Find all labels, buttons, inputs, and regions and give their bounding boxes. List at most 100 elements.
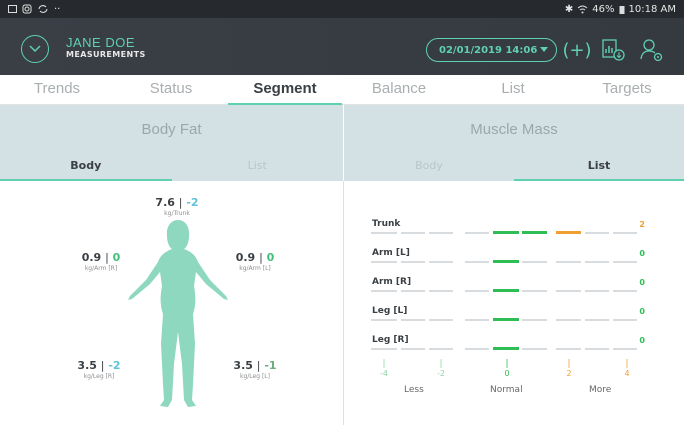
bar-segment <box>371 319 397 321</box>
bar-segment <box>429 232 453 234</box>
muscle-row-value: 2 <box>639 220 645 229</box>
trunk-value: 7.6 <box>155 196 175 209</box>
bar-segment <box>585 232 609 234</box>
status-bar-right: ✱ 46% 10:18 AM <box>565 4 676 15</box>
status-bar-left: ·· <box>8 4 60 15</box>
tab-targets[interactable]: Targets <box>570 75 684 104</box>
arm-l-delta: 0 <box>266 251 275 264</box>
tab-segment[interactable]: Segment <box>228 75 342 105</box>
muscle-row-value: 0 <box>639 249 645 258</box>
muscle-mass-header: Muscle Mass Body List <box>344 105 684 181</box>
leg-r-unit: kg/Leg [R] <box>83 373 115 380</box>
muscle-mass-tab-body[interactable]: Body <box>344 152 514 181</box>
tab-trends[interactable]: Trends <box>0 75 114 104</box>
bar-segment <box>522 261 547 263</box>
status-bar: ·· ✱ 46% 10:18 AM <box>0 0 684 18</box>
muscle-mass-title: Muscle Mass <box>470 121 558 138</box>
profile-dropdown-button[interactable] <box>21 35 49 63</box>
date-select[interactable]: 02/01/2019 14:06 <box>426 38 557 62</box>
bar-segment-normal <box>493 231 519 234</box>
bar-segment <box>429 348 453 350</box>
user-settings-icon <box>640 39 663 62</box>
leg-l-unit: kg/Leg [L] <box>240 373 270 380</box>
muscle-row-label: Leg [L] <box>372 306 408 316</box>
muscle-mass-tab-list[interactable]: List <box>514 152 684 181</box>
muscle-row-arm-r: Arm [R] 0 <box>371 277 649 305</box>
measure-arm-l: 0.9 | 0 kg/Arm [L] <box>220 251 290 272</box>
scale-tick-pos4: | 4 <box>617 359 637 378</box>
scale-tick-label: -4 <box>380 369 388 378</box>
body-fat-subtabs: Body List <box>0 152 343 181</box>
muscle-row-trunk: Trunk 2 <box>371 219 649 247</box>
muscle-row-leg-l: Leg [L] 0 <box>371 306 649 334</box>
bar-segment <box>522 290 547 292</box>
date-value: 02/01/2019 14:06 <box>439 44 538 56</box>
scale-tick-zero: | 0 <box>497 359 517 378</box>
muscle-row-label: Trunk <box>372 219 401 229</box>
bar-segment <box>585 348 609 350</box>
body-fat-header: Body Fat Body List <box>0 105 343 181</box>
body-fat-tab-body[interactable]: Body <box>0 152 172 181</box>
bar-segment <box>371 232 397 234</box>
bar-segment <box>613 319 637 321</box>
muscle-row-value: 0 <box>639 307 645 316</box>
bar-segment <box>429 319 453 321</box>
tab-status[interactable]: Status <box>114 75 228 104</box>
sync-icon <box>38 5 48 13</box>
scale-tick-neg2: | -2 <box>431 359 451 378</box>
user-settings-button[interactable] <box>637 35 667 65</box>
bar-segment <box>371 290 397 292</box>
muscle-mass-subtabs: Body List <box>344 152 684 181</box>
bar-segment <box>522 319 547 321</box>
bar-segment-normal <box>493 289 519 292</box>
user-info: JANE DOE MEASUREMENTS <box>66 36 146 60</box>
body-silhouette <box>128 220 228 407</box>
bar-segment <box>401 319 425 321</box>
scale-label-less: Less <box>404 385 424 395</box>
measure-arm-r: 0.9 | 0 kg/Arm [R] <box>66 251 136 272</box>
report-download-button[interactable] <box>598 35 628 65</box>
bar-segment <box>613 232 637 234</box>
gallery-icon <box>8 5 17 13</box>
leg-l-value: 3.5 <box>233 359 253 372</box>
muscle-row-value: 0 <box>639 278 645 287</box>
body-fat-tab-list[interactable]: List <box>172 152 344 181</box>
muscle-row-arm-l: Arm [L] 0 <box>371 248 649 276</box>
measure-leg-l: 3.5 | -1 kg/Leg [L] <box>220 359 290 380</box>
arm-l-unit: kg/Arm [L] <box>239 265 271 272</box>
muscle-row-label: Arm [R] <box>372 277 412 287</box>
leg-l-delta: -1 <box>264 359 277 372</box>
bar-segment <box>401 261 425 263</box>
tab-list[interactable]: List <box>456 75 570 104</box>
bar-segment <box>465 290 489 292</box>
user-name: JANE DOE <box>66 35 136 50</box>
bar-segment <box>401 290 425 292</box>
add-measurement-button[interactable]: (+) <box>562 38 591 62</box>
bar-segment <box>371 261 397 263</box>
arm-r-value: 0.9 <box>81 251 102 264</box>
bar-segment <box>465 261 489 263</box>
bar-segment <box>556 348 581 350</box>
chevron-down-icon <box>29 45 41 53</box>
bluetooth-icon: ✱ <box>564 3 574 15</box>
bar-segment-normal <box>493 260 519 263</box>
panel-divider <box>343 181 344 425</box>
bar-segment <box>429 290 453 292</box>
bar-segment <box>556 319 581 321</box>
tab-balance[interactable]: Balance <box>342 75 456 104</box>
trunk-unit: kg/Trunk <box>164 210 190 217</box>
body-fat-title: Body Fat <box>141 121 202 138</box>
bar-segment <box>371 348 397 350</box>
measure-trunk: 7.6 | -2 kg/Trunk <box>142 196 212 217</box>
measure-leg-r: 3.5 | -2 kg/Leg [R] <box>64 359 134 380</box>
report-download-icon <box>602 39 625 61</box>
bar-segment <box>465 348 489 350</box>
scale-tick-mark: | <box>625 359 629 369</box>
muscle-row-label: Leg [R] <box>372 335 409 345</box>
scale-tick-label: 2 <box>566 369 572 378</box>
app-header: JANE DOE MEASUREMENTS 02/01/2019 14:06 (… <box>0 18 684 75</box>
scale-tick-mark: | <box>439 359 443 369</box>
bar-segment <box>556 261 581 263</box>
arm-r-delta: 0 <box>112 251 121 264</box>
arm-l-value: 0.9 <box>235 251 256 264</box>
